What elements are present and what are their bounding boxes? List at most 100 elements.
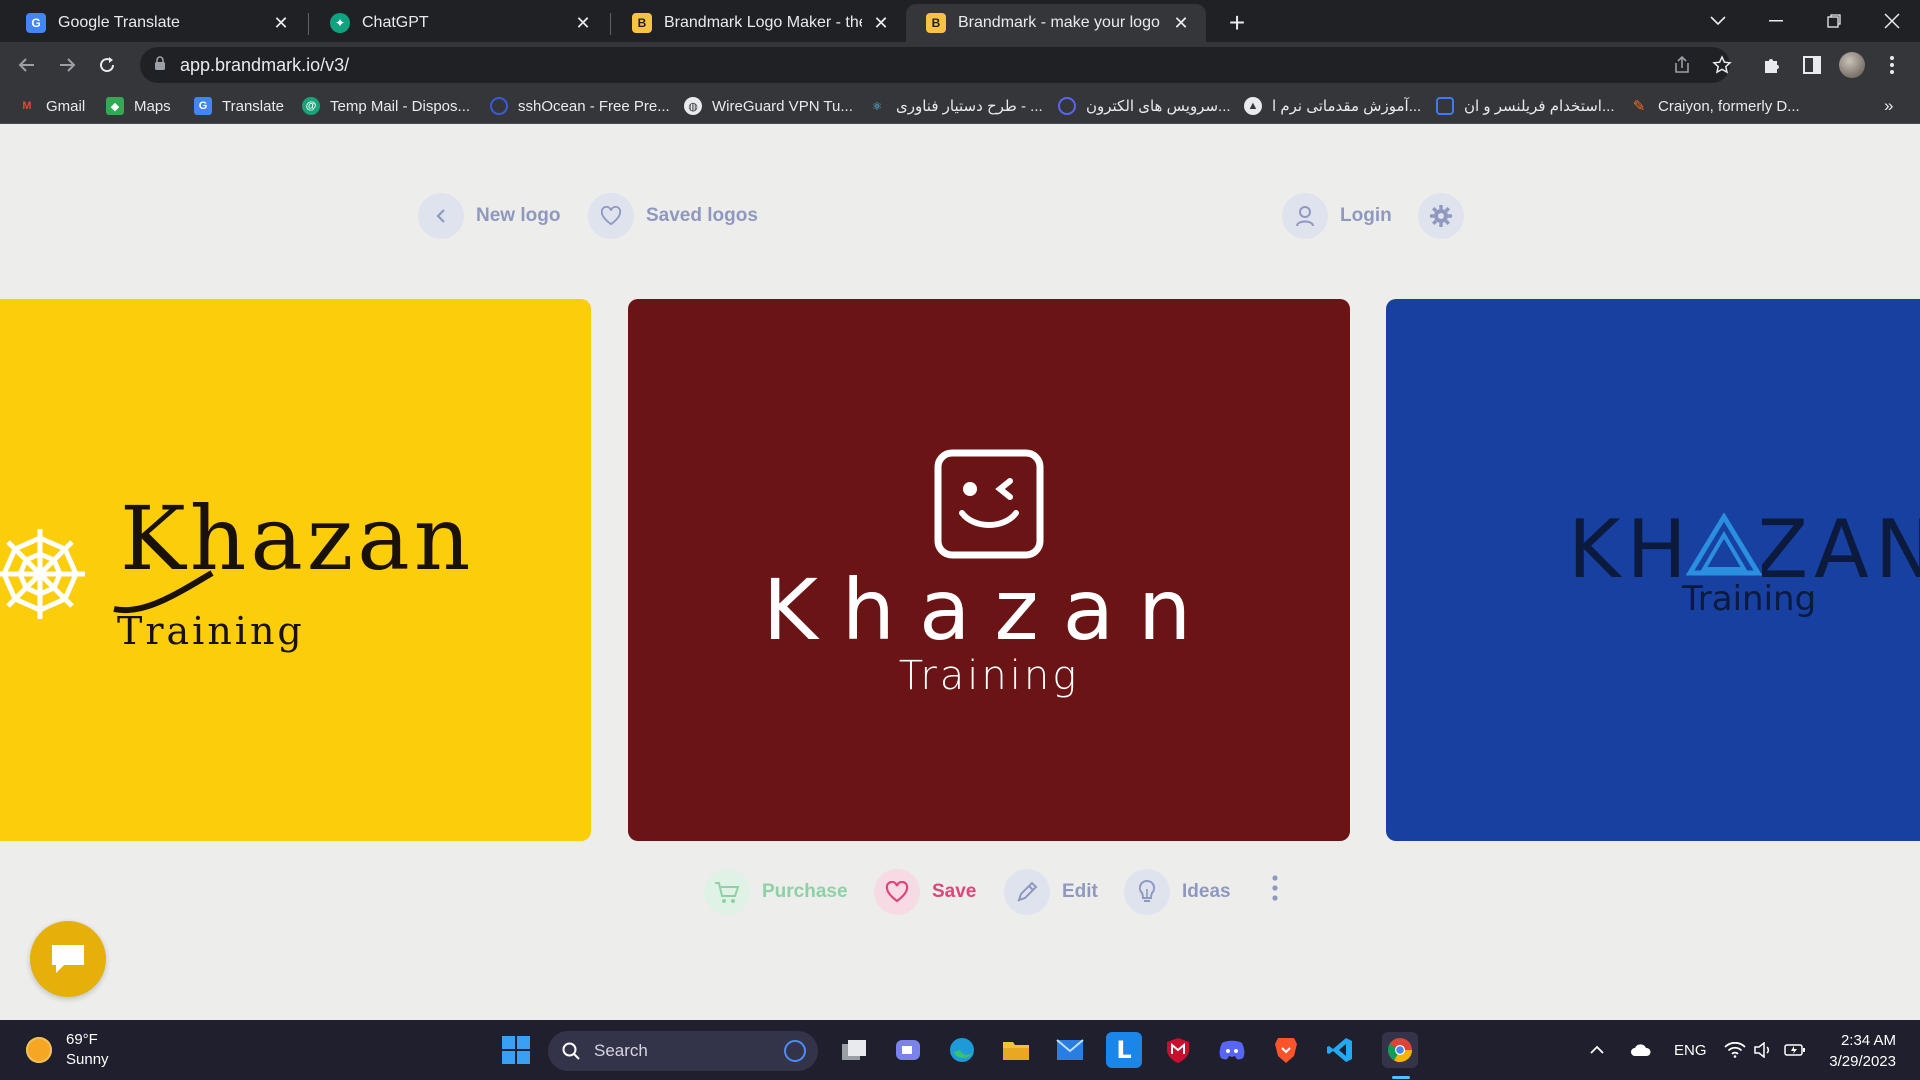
more-bookmarks-chevron-icon[interactable]: » xyxy=(1884,94,1893,118)
heart-outline-icon xyxy=(588,193,634,239)
bookmark-temp-mail[interactable]: @ Temp Mail - Dispos... xyxy=(302,94,470,118)
gear-icon xyxy=(1418,193,1464,239)
bookmark-persian-2[interactable]: سرویس های الکترون... xyxy=(1058,94,1231,118)
show-hidden-icons-chevron-icon[interactable] xyxy=(1590,1020,1604,1080)
restore-window-icon[interactable] xyxy=(1806,0,1862,42)
brandmark-favicon-icon: B xyxy=(632,13,652,33)
lightbulb-icon xyxy=(1124,869,1170,915)
bookmark-label: WireGuard VPN Tu... xyxy=(712,97,853,115)
profile-avatar[interactable] xyxy=(1838,51,1866,79)
purchase-label: Purchase xyxy=(762,881,848,902)
purchase-button[interactable]: Purchase xyxy=(704,869,848,915)
tab-chatgpt[interactable]: ✦ ChatGPT ✕ xyxy=(310,4,608,42)
tab-separator xyxy=(308,13,309,35)
onedrive-cloud-icon[interactable] xyxy=(1630,1020,1652,1080)
chat-support-button[interactable] xyxy=(30,921,106,997)
more-options-kebab-icon[interactable] xyxy=(1272,875,1278,901)
globe-icon: ◍ xyxy=(684,97,702,115)
chrome-browser-icon[interactable] xyxy=(1382,1032,1418,1068)
discord-icon[interactable] xyxy=(1214,1032,1250,1068)
extensions-puzzle-icon[interactable] xyxy=(1758,51,1786,79)
mcafee-shield-icon[interactable] xyxy=(1160,1032,1196,1068)
login-button[interactable]: Login xyxy=(1282,193,1392,239)
cart-icon xyxy=(704,869,750,915)
bookmark-translate[interactable]: G Translate xyxy=(194,94,284,118)
address-bar[interactable]: app.brandmark.io/v3/ xyxy=(140,47,1730,83)
edge-browser-icon[interactable] xyxy=(944,1032,980,1068)
weather-widget[interactable]: 69°F Sunny xyxy=(26,1030,109,1070)
clock-date: 3/29/2023 xyxy=(1829,1053,1896,1070)
bing-icon[interactable] xyxy=(784,1040,806,1062)
brave-browser-icon[interactable] xyxy=(1268,1032,1304,1068)
tab-brandmark-active[interactable]: B Brandmark - make your logo in n ✕ xyxy=(906,4,1206,42)
weather-desc: Sunny xyxy=(66,1051,109,1068)
url-text[interactable]: app.brandmark.io/v3/ xyxy=(180,55,349,76)
close-tab-icon[interactable]: ✕ xyxy=(1170,12,1192,34)
new-tab-button[interactable]: + xyxy=(1220,6,1254,40)
search-placeholder: Search xyxy=(594,1041,648,1060)
ideas-button[interactable]: Ideas xyxy=(1124,869,1231,915)
side-panel-icon[interactable] xyxy=(1798,51,1826,79)
wifi-icon[interactable] xyxy=(1724,1020,1746,1080)
react-icon: ⚛ xyxy=(872,100,882,113)
close-tab-icon[interactable]: ✕ xyxy=(572,12,594,34)
share-icon[interactable] xyxy=(1668,51,1696,79)
tab-title: Brandmark - make your logo in n xyxy=(958,14,1162,31)
system-clock[interactable]: 2:34 AM 3/29/2023 xyxy=(1829,1030,1896,1072)
close-window-icon[interactable] xyxy=(1864,0,1920,42)
bookmark-label: سرویس های الکترون... xyxy=(1086,98,1231,115)
close-tab-icon[interactable]: ✕ xyxy=(270,12,292,34)
l-app-icon[interactable]: L xyxy=(1106,1032,1142,1068)
chat-icon xyxy=(52,945,84,973)
tab-separator xyxy=(610,13,611,35)
translate-icon: G xyxy=(194,97,212,115)
task-view-icon[interactable] xyxy=(836,1032,872,1068)
tab-search-chevron-icon[interactable] xyxy=(1690,0,1746,42)
chatgpt-favicon-icon: ✦ xyxy=(330,13,350,33)
chevron-left-icon xyxy=(418,193,464,239)
minimize-window-icon[interactable] xyxy=(1748,0,1804,42)
bookmark-label: Temp Mail - Dispos... xyxy=(330,97,471,115)
windows-start-icon[interactable] xyxy=(498,1032,534,1068)
logo-card-red-selected[interactable]: Khazan Training xyxy=(628,299,1350,841)
forward-arrow-icon[interactable] xyxy=(52,50,82,80)
teams-chat-icon[interactable] xyxy=(890,1032,926,1068)
tab-brandmark-logo-maker[interactable]: B Brandmark Logo Maker - the mo ✕ xyxy=(612,4,906,42)
lock-icon[interactable] xyxy=(154,55,166,75)
close-tab-icon[interactable]: ✕ xyxy=(870,12,892,34)
freelance-icon xyxy=(1436,97,1454,115)
vscode-icon[interactable] xyxy=(1322,1032,1358,1068)
user-icon xyxy=(1282,193,1328,239)
mail-icon[interactable] xyxy=(1052,1032,1088,1068)
file-explorer-icon[interactable] xyxy=(998,1032,1034,1068)
bookmark-persian-3[interactable]: ▲ آموزش مقدماتی نرم ا... xyxy=(1244,94,1421,118)
settings-button[interactable] xyxy=(1418,193,1464,239)
bookmark-persian-4[interactable]: استخدام فریلنسر و ان... xyxy=(1436,94,1615,118)
battery-icon[interactable] xyxy=(1784,1020,1806,1080)
logo-card-yellow[interactable]: Khazan Training xyxy=(0,299,591,841)
bookmark-gmail[interactable]: M Gmail xyxy=(18,94,85,118)
bookmark-craiyon[interactable]: ✎ Craiyon, formerly D... xyxy=(1630,94,1800,118)
bookmark-sshocean[interactable]: sshOcean - Free Pre... xyxy=(490,94,670,118)
edit-button[interactable]: Edit xyxy=(1004,869,1098,915)
new-logo-button[interactable]: New logo xyxy=(418,193,560,239)
taskbar-search-box[interactable]: Search xyxy=(548,1031,818,1071)
logo-card-blue[interactable]: KHAZAN Training xyxy=(1386,299,1920,841)
saved-logos-label: Saved logos xyxy=(646,205,758,226)
saved-logos-button[interactable]: Saved logos xyxy=(588,193,758,239)
volume-icon[interactable] xyxy=(1754,1020,1774,1080)
save-button[interactable]: Save xyxy=(874,869,976,915)
bookmark-wireguard[interactable]: ◍ WireGuard VPN Tu... xyxy=(684,94,853,118)
service-icon xyxy=(1058,97,1076,115)
tab-google-translate[interactable]: G Google Translate ✕ xyxy=(6,4,306,42)
browser-menu-kebab-icon[interactable] xyxy=(1878,51,1906,79)
reload-icon[interactable] xyxy=(92,50,122,80)
back-arrow-icon[interactable] xyxy=(12,50,42,80)
bookmark-label: طرح دستیار فناوری - ... xyxy=(896,98,1043,115)
language-indicator[interactable]: ENG xyxy=(1674,1020,1707,1080)
bookmark-maps[interactable]: ◆ Maps xyxy=(106,94,171,118)
bookmarks-bar: M Gmail ◆ Maps G Translate @ Temp Mail -… xyxy=(0,88,1920,124)
login-label: Login xyxy=(1340,205,1392,226)
bookmark-star-icon[interactable] xyxy=(1708,51,1736,79)
bookmark-persian-1[interactable]: ⚛ طرح دستیار فناوری - ... xyxy=(868,94,1043,118)
